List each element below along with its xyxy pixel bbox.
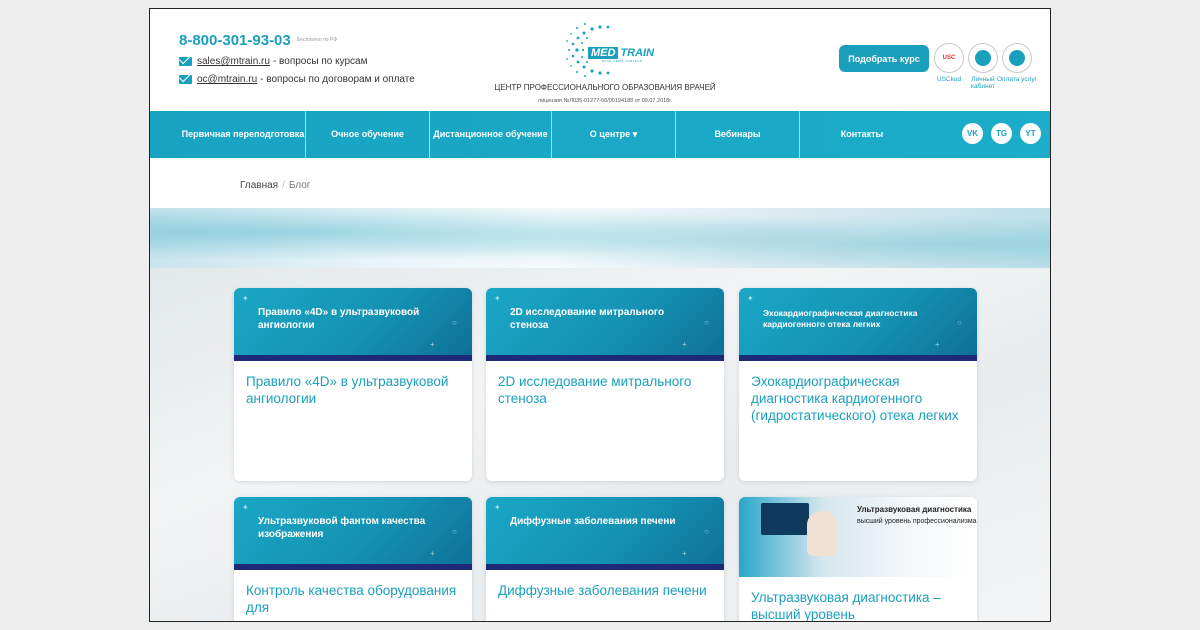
phone-note: Бесплатно по РФ <box>297 37 338 43</box>
monitor-image <box>761 503 809 535</box>
coins-icon[interactable] <box>1002 43 1032 73</box>
nav-item-fulltime[interactable]: Очное обучение <box>306 111 430 158</box>
breadcrumb-home[interactable]: Главная <box>240 180 278 191</box>
center-title: ЦЕНТР ПРОФЕССИОНАЛЬНОГО ОБРАЗОВАНИЯ ВРАЧ… <box>494 83 716 92</box>
logo-wordmark: MED TRAIN <box>588 47 654 59</box>
email-row-sales: sales@mtrain.ru - вопросы по курсам <box>179 56 367 67</box>
nav-item-webinars[interactable]: Вебинары <box>676 111 800 158</box>
card-title[interactable]: Правило «4D» в ультразвуковой ангиологии <box>234 361 472 407</box>
blog-card[interactable]: Эхокардиографическая диагностика кардиог… <box>739 288 977 481</box>
probe-image <box>807 511 837 556</box>
nav-item-retraining[interactable]: Первичная переподготовка <box>181 111 306 158</box>
card-title[interactable]: Контроль качества оборудования для <box>234 570 472 616</box>
envelope-icon <box>179 57 192 66</box>
hero-banner <box>150 208 1050 268</box>
vk-icon[interactable]: VK <box>962 123 983 144</box>
card-image: 2D исследование митрального стеноза ✦ ○ + <box>486 288 724 361</box>
breadcrumb: Главная / Блог <box>240 180 311 191</box>
card-title[interactable]: Диффузные заболевания печени <box>486 570 724 599</box>
card-title[interactable]: Ультразвуковая диагностика – высший уров… <box>739 577 977 621</box>
payment-label[interactable]: Оплата услуг <box>997 76 1037 83</box>
telegram-icon[interactable]: TG <box>991 123 1012 144</box>
card-title[interactable]: Эхокардиографическая диагностика кардиог… <box>739 361 977 424</box>
nav-item-contacts[interactable]: Контакты <box>800 111 924 158</box>
card-image: Диффузные заболевания печени ✦ ○ + <box>486 497 724 570</box>
browser-page: 8-800-301-93-03 Бесплатно по РФ sales@mt… <box>149 8 1051 622</box>
card-image: Эхокардиографическая диагностика кардиог… <box>739 288 977 361</box>
logo-tagline: ЕСТЬ ЧЕМУ УЧИТЬСЯ <box>602 59 643 63</box>
blog-card[interactable]: Ультразвуковой фантом качества изображен… <box>234 497 472 621</box>
email-link-sales[interactable]: sales@mtrain.ru <box>197 56 270 67</box>
user-icon[interactable] <box>968 43 998 73</box>
site-header: 8-800-301-93-03 Бесплатно по РФ sales@mt… <box>150 9 1050 111</box>
nav-item-distance[interactable]: Дистанционное обучение <box>430 111 552 158</box>
email-desc: - вопросы по договорам и оплате <box>260 74 415 85</box>
phone-number[interactable]: 8-800-301-93-03 <box>179 32 291 49</box>
license-text: лицензия №Л035-01277-66/00194188 от 09.0… <box>537 98 673 104</box>
blog-card[interactable]: Правило «4D» в ультразвуковой ангиологии… <box>234 288 472 481</box>
card-image: Правило «4D» в ультразвуковой ангиологии… <box>234 288 472 361</box>
envelope-icon <box>179 75 192 84</box>
blog-card[interactable]: 2D исследование митрального стеноза ✦ ○ + … <box>486 288 724 481</box>
blog-card[interactable]: Диффузные заболевания печени ✦ ○ + Диффузн… <box>486 497 724 621</box>
usckud-icon[interactable]: USC <box>934 43 964 73</box>
blog-card[interactable]: Ультразвуковая диагностика высший уровен… <box>739 497 977 621</box>
youtube-icon[interactable]: YT <box>1020 123 1041 144</box>
card-image: Ультразвуковой фантом качества изображен… <box>234 497 472 570</box>
main-nav: Первичная переподготовка Очное обучение … <box>150 111 1050 158</box>
card-photo: Ультразвуковая диагностика высший уровен… <box>739 497 977 577</box>
email-link-oc[interactable]: oc@mtrain.ru <box>197 74 257 85</box>
nav-item-about[interactable]: О центре ▾ <box>552 111 676 158</box>
email-desc: - вопросы по курсам <box>272 56 368 67</box>
pick-course-button[interactable]: Подобрать курс <box>839 45 929 72</box>
breadcrumb-current: Блог <box>288 180 311 191</box>
card-title[interactable]: 2D исследование митрального стеноза <box>486 361 724 407</box>
email-row-oc: oc@mtrain.ru - вопросы по договорам и оп… <box>179 74 415 85</box>
